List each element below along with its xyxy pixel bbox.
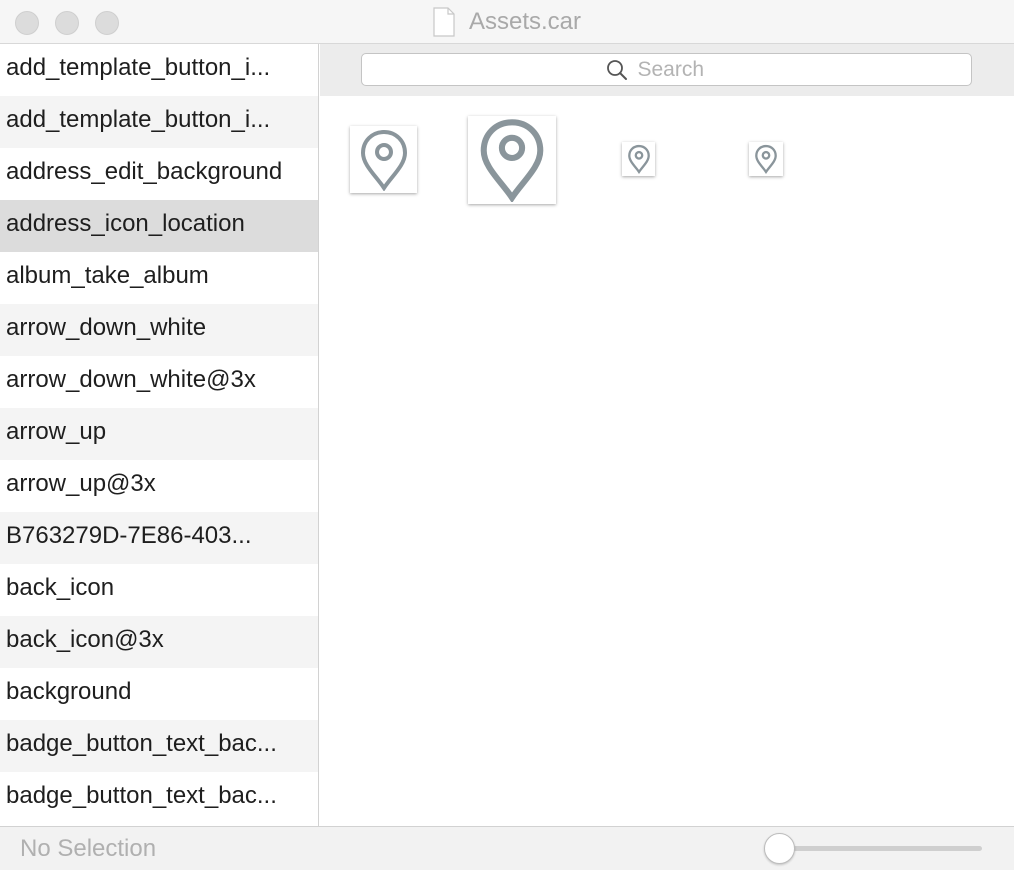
list-item[interactable]: badge_button_text_bac... xyxy=(0,720,318,772)
window-title: Assets.car xyxy=(468,8,582,35)
list-item[interactable]: back_icon xyxy=(0,564,318,616)
list-item[interactable]: arrow_up@3x xyxy=(0,460,318,512)
window-title-wrap: Assets.car xyxy=(0,0,1014,44)
status-text: No Selection xyxy=(20,835,157,862)
list-item[interactable]: add_template_button_i... xyxy=(0,96,318,148)
list-item[interactable]: background xyxy=(0,668,318,720)
list-item[interactable]: back_icon@3x xyxy=(0,616,318,668)
list-item[interactable]: add_template_button_i... xyxy=(0,44,318,96)
asset-thumbnail-small[interactable] xyxy=(622,142,655,176)
list-item-selected[interactable]: address_icon_location xyxy=(0,200,318,252)
location-pin-icon xyxy=(755,144,777,174)
list-item[interactable]: address_edit_background xyxy=(0,148,318,200)
location-pin-icon xyxy=(480,119,544,202)
search-bar xyxy=(320,44,1014,96)
document-icon xyxy=(433,7,455,37)
search-field[interactable] xyxy=(361,53,972,86)
search-icon xyxy=(606,59,627,80)
location-pin-icon xyxy=(627,144,650,174)
location-pin-icon xyxy=(360,129,407,191)
list-item[interactable]: B763279D-7E86-403... xyxy=(0,512,318,564)
status-bar: No Selection xyxy=(0,826,1014,870)
list-item[interactable]: badge_button_text_bac... xyxy=(0,772,318,824)
list-item[interactable]: arrow_down_white@3x xyxy=(0,356,318,408)
asset-list[interactable]: add_template_button_i... add_template_bu… xyxy=(0,44,319,826)
preview-pane xyxy=(320,44,1014,826)
asset-thumbnail-small[interactable] xyxy=(749,142,783,176)
asset-thumbnail-3x[interactable] xyxy=(468,116,556,204)
asset-thumbnail-1x[interactable] xyxy=(350,126,417,193)
app-window: Assets.car add_template_button_i... add_… xyxy=(0,0,1014,870)
search-input[interactable] xyxy=(637,57,728,82)
list-item[interactable]: album_take_album xyxy=(0,252,318,304)
list-item[interactable]: arrow_up xyxy=(0,408,318,460)
zoom-slider-thumb[interactable] xyxy=(764,833,795,864)
title-bar[interactable]: Assets.car xyxy=(0,0,1014,44)
zoom-slider-track[interactable] xyxy=(780,846,982,851)
list-item[interactable]: arrow_down_white xyxy=(0,304,318,356)
